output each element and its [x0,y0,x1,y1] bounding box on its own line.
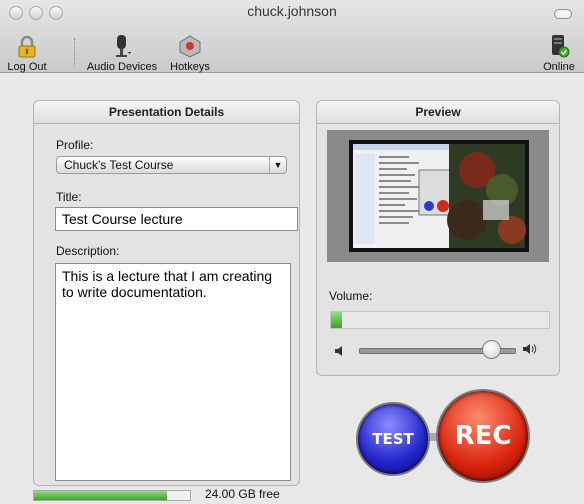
audio-devices-label: Audio Devices [86,61,158,73]
audio-devices-button[interactable]: Audio Devices [84,34,160,73]
volume-slider-thumb[interactable] [481,340,501,359]
disk-space-bar [33,490,191,501]
input-level-meter [330,311,550,329]
preview-area [327,130,549,262]
online-label: Online [543,61,575,73]
logout-label: Log Out [7,61,47,73]
profile-select[interactable]: Chuck's Test Course ▼ [56,156,287,174]
disk-space-text: 24.00 GB free [205,487,280,501]
online-status-icon [540,34,578,58]
description-label: Description: [56,244,120,258]
online-status[interactable]: Online [540,34,578,73]
screen-preview-thumbnail [349,140,529,252]
logout-button[interactable]: Log Out [6,34,48,73]
input-level-fill [331,312,342,328]
title-label: Title: [56,190,82,204]
title-input[interactable]: Test Course lecture [55,207,298,231]
volume-high-icon [523,342,539,360]
volume-label: Volume: [329,289,373,303]
disk-space-fill [34,491,167,500]
presentation-details-panel: Presentation Details Profile: Chuck's Te… [33,100,300,486]
description-textarea[interactable]: This is a lecture that I am creating to … [55,263,291,481]
hotkeys-icon [168,34,212,58]
window-titlebar: chuck.johnson Log Out Audio Devices Hotk… [0,0,584,73]
padlock-icon [6,34,48,58]
preview-header: Preview [317,101,559,124]
profile-select-value: Chuck's Test Course [64,158,174,172]
hotkeys-label: Hotkeys [170,61,210,73]
hotkeys-button[interactable]: Hotkeys [168,34,212,73]
window-title: chuck.johnson [247,3,337,19]
microphone-icon [84,34,160,58]
profile-label: Profile: [56,138,94,152]
toolbar-separator [74,38,75,66]
toolbar-toggle-button[interactable] [554,9,572,19]
presentation-details-header: Presentation Details [34,101,299,124]
chevron-down-icon: ▼ [269,157,286,173]
record-button[interactable]: REC [436,389,530,483]
test-button[interactable]: TEST [356,402,430,476]
preview-panel: Preview Volume: [316,100,560,376]
volume-low-icon [335,343,345,361]
